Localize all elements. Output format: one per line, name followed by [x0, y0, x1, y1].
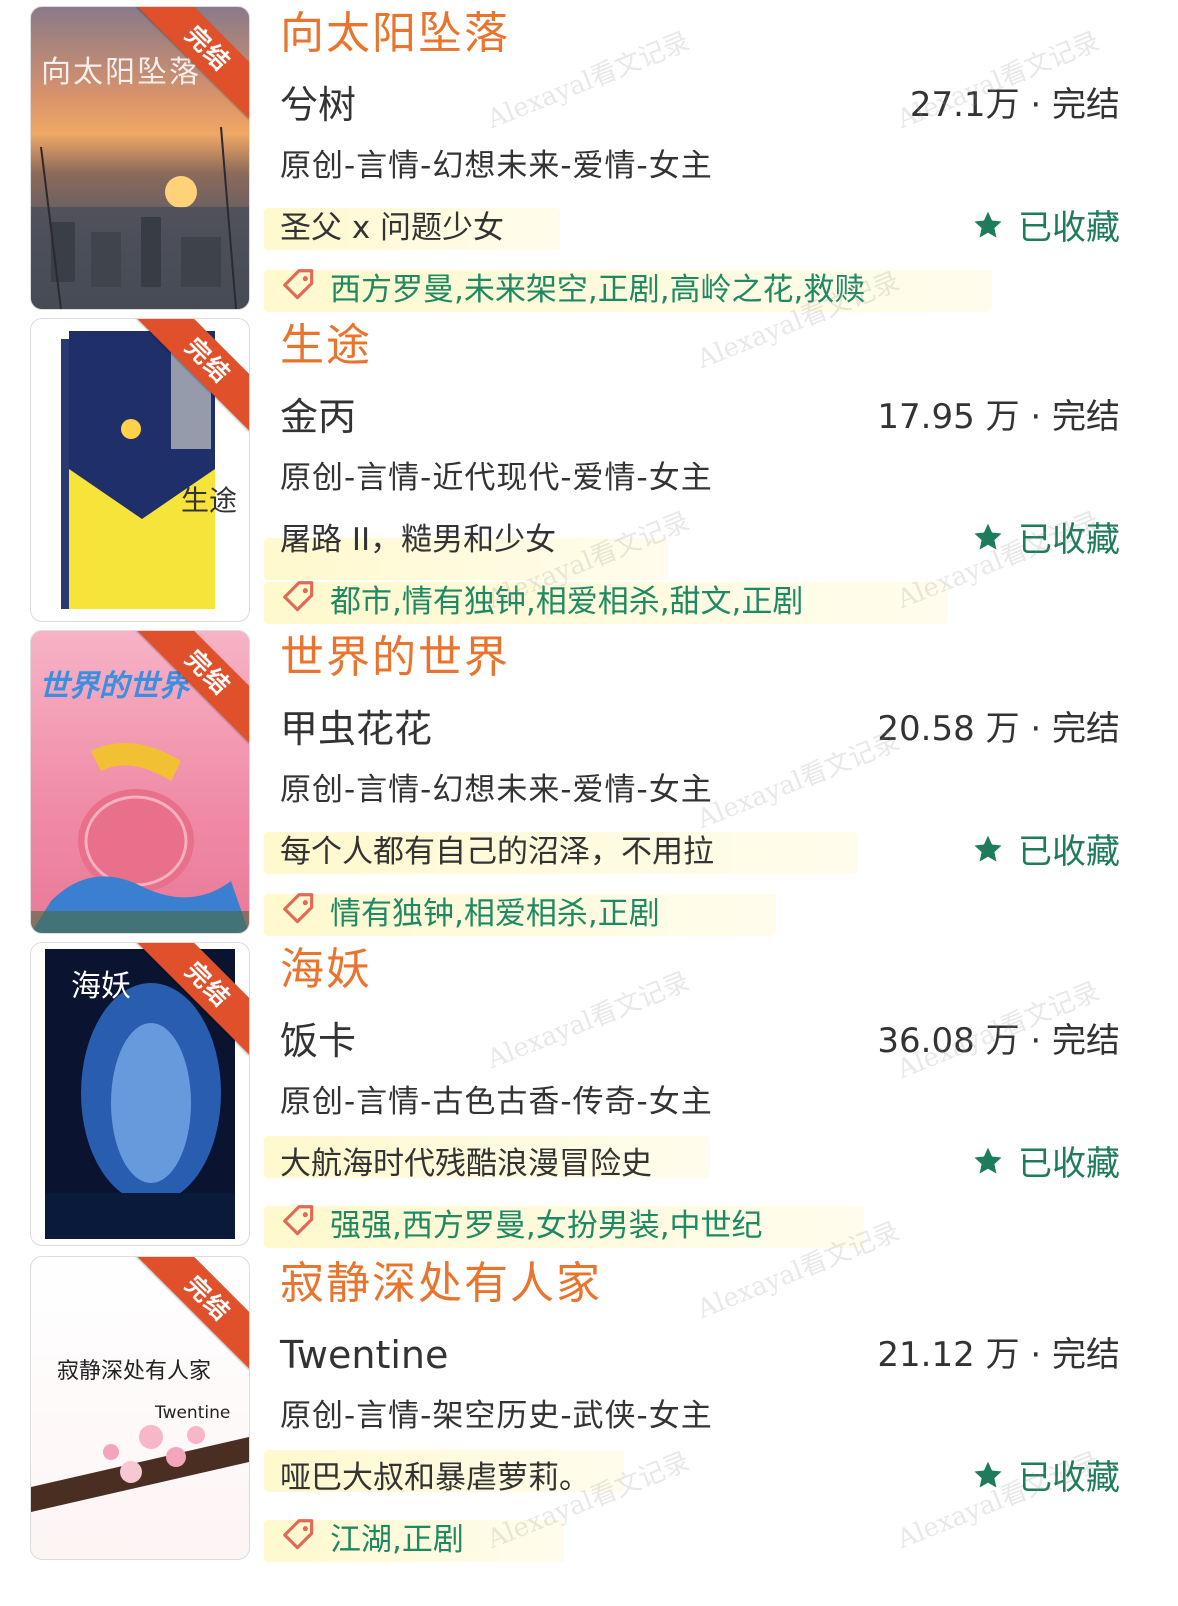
book-stats: 36.08 万 · 完结 [877, 1021, 1120, 1061]
book-tags[interactable]: 西方罗曼,未来架空,正剧,高岭之花,救赎 [280, 266, 865, 317]
favorite-button[interactable]: 已收藏 [972, 829, 1120, 877]
book-title[interactable]: 海妖 [280, 942, 372, 998]
book-cover[interactable]: 寂静深处有人家 Twentine 完结 [30, 1256, 250, 1560]
star-icon [972, 1143, 1004, 1189]
book-intro: 圣父 x 问题少女 [280, 210, 505, 246]
book-genre: 原创-言情-幻想未来-爱情-女主 [280, 148, 713, 184]
cover-title: 向太阳坠落 [41, 55, 201, 90]
favorite-button[interactable]: 已收藏 [972, 517, 1120, 565]
tag-icon [280, 266, 318, 317]
book-intro: 哑巴大叔和暴虐萝莉。 [280, 1460, 590, 1496]
book-author[interactable]: 甲虫花花 [280, 704, 432, 754]
favorite-label: 已收藏 [1018, 520, 1120, 560]
book-item[interactable]: 向太阳坠落 完结 向太阳坠落 兮树 27.1万 · 完结 原创-言情-幻想未来-… [0, 0, 1178, 312]
tags-text: 西方罗曼,未来架空,正剧,高岭之花,救赎 [330, 272, 866, 308]
cover-title: 海妖 [71, 969, 131, 1004]
tags-text: 情有独钟,相爱相杀,正剧 [330, 896, 660, 932]
favorite-button[interactable]: 已收藏 [972, 1141, 1120, 1189]
book-intro: 每个人都有自己的沼泽，不用拉 [280, 834, 714, 870]
book-item[interactable]: 世界的世界 完结 世界的世界 甲虫花花 20.58 万 · 完结 原创-言情-幻… [0, 624, 1178, 936]
book-title[interactable]: 世界的世界 [280, 630, 510, 686]
book-item[interactable]: 生途 完结 生途 金丙 17.95 万 · 完结 原创-言情-近代现代-爱情-女… [0, 312, 1178, 624]
tags-text: 都市,情有独钟,相爱相杀,甜文,正剧 [330, 584, 804, 620]
book-intro: 屠路 II，糙男和少女 [280, 522, 557, 558]
book-cover[interactable]: 世界的世界 完结 [30, 630, 250, 934]
favorite-label: 已收藏 [1018, 1458, 1120, 1498]
book-item[interactable]: 寂静深处有人家 Twentine 完结 寂静深处有人家 Twentine 21.… [0, 1250, 1178, 1562]
tags-text: 江湖,正剧 [330, 1522, 464, 1558]
book-stats: 17.95 万 · 完结 [877, 397, 1120, 437]
book-genre: 原创-言情-架空历史-武侠-女主 [280, 1398, 713, 1434]
tags-text: 强强,西方罗曼,女扮男装,中世纪 [330, 1208, 763, 1244]
favorite-button[interactable]: 已收藏 [972, 1455, 1120, 1503]
cover-author: Twentine [155, 1403, 231, 1423]
book-item[interactable]: 海妖 完结 海妖 饭卡 36.08 万 · 完结 原创-言情-古色古香-传奇-女… [0, 936, 1178, 1248]
cover-title: 世界的世界 [39, 669, 189, 704]
book-stats: 27.1万 · 完结 [909, 85, 1120, 125]
book-title[interactable]: 寂静深处有人家 [280, 1256, 602, 1312]
book-author[interactable]: 兮树 [280, 80, 356, 130]
book-tags[interactable]: 江湖,正剧 [280, 1516, 464, 1567]
book-genre: 原创-言情-幻想未来-爱情-女主 [280, 772, 713, 808]
star-icon [972, 1457, 1004, 1503]
book-intro: 大航海时代残酷浪漫冒险史 [280, 1146, 652, 1182]
star-icon [972, 207, 1004, 253]
book-tags[interactable]: 都市,情有独钟,相爱相杀,甜文,正剧 [280, 578, 803, 629]
tag-icon [280, 1202, 318, 1253]
favorite-label: 已收藏 [1018, 208, 1120, 248]
book-author[interactable]: 金丙 [280, 392, 356, 442]
book-title[interactable]: 生途 [280, 318, 372, 374]
book-cover[interactable]: 海妖 完结 [30, 942, 250, 1246]
book-author[interactable]: Twentine [280, 1330, 448, 1380]
book-author[interactable]: 饭卡 [280, 1016, 356, 1066]
favorite-label: 已收藏 [1018, 1144, 1120, 1184]
book-tags[interactable]: 强强,西方罗曼,女扮男装,中世纪 [280, 1202, 763, 1253]
tag-icon [280, 578, 318, 629]
book-cover[interactable]: 生途 完结 [30, 318, 250, 622]
book-stats: 21.12 万 · 完结 [877, 1335, 1120, 1375]
star-icon [972, 519, 1004, 565]
tag-icon [280, 890, 318, 941]
tag-icon [280, 1516, 318, 1567]
cover-title: 寂静深处有人家 [57, 1359, 212, 1384]
favorite-button[interactable]: 已收藏 [972, 205, 1120, 253]
book-cover[interactable]: 向太阳坠落 完结 [30, 6, 250, 310]
book-genre: 原创-言情-古色古香-传奇-女主 [280, 1084, 713, 1120]
book-title[interactable]: 向太阳坠落 [280, 6, 510, 62]
book-genre: 原创-言情-近代现代-爱情-女主 [280, 460, 713, 496]
book-stats: 20.58 万 · 完结 [877, 709, 1120, 749]
book-tags[interactable]: 情有独钟,相爱相杀,正剧 [280, 890, 660, 941]
cover-title: 生途 [181, 484, 238, 517]
favorite-label: 已收藏 [1018, 832, 1120, 872]
star-icon [972, 831, 1004, 877]
